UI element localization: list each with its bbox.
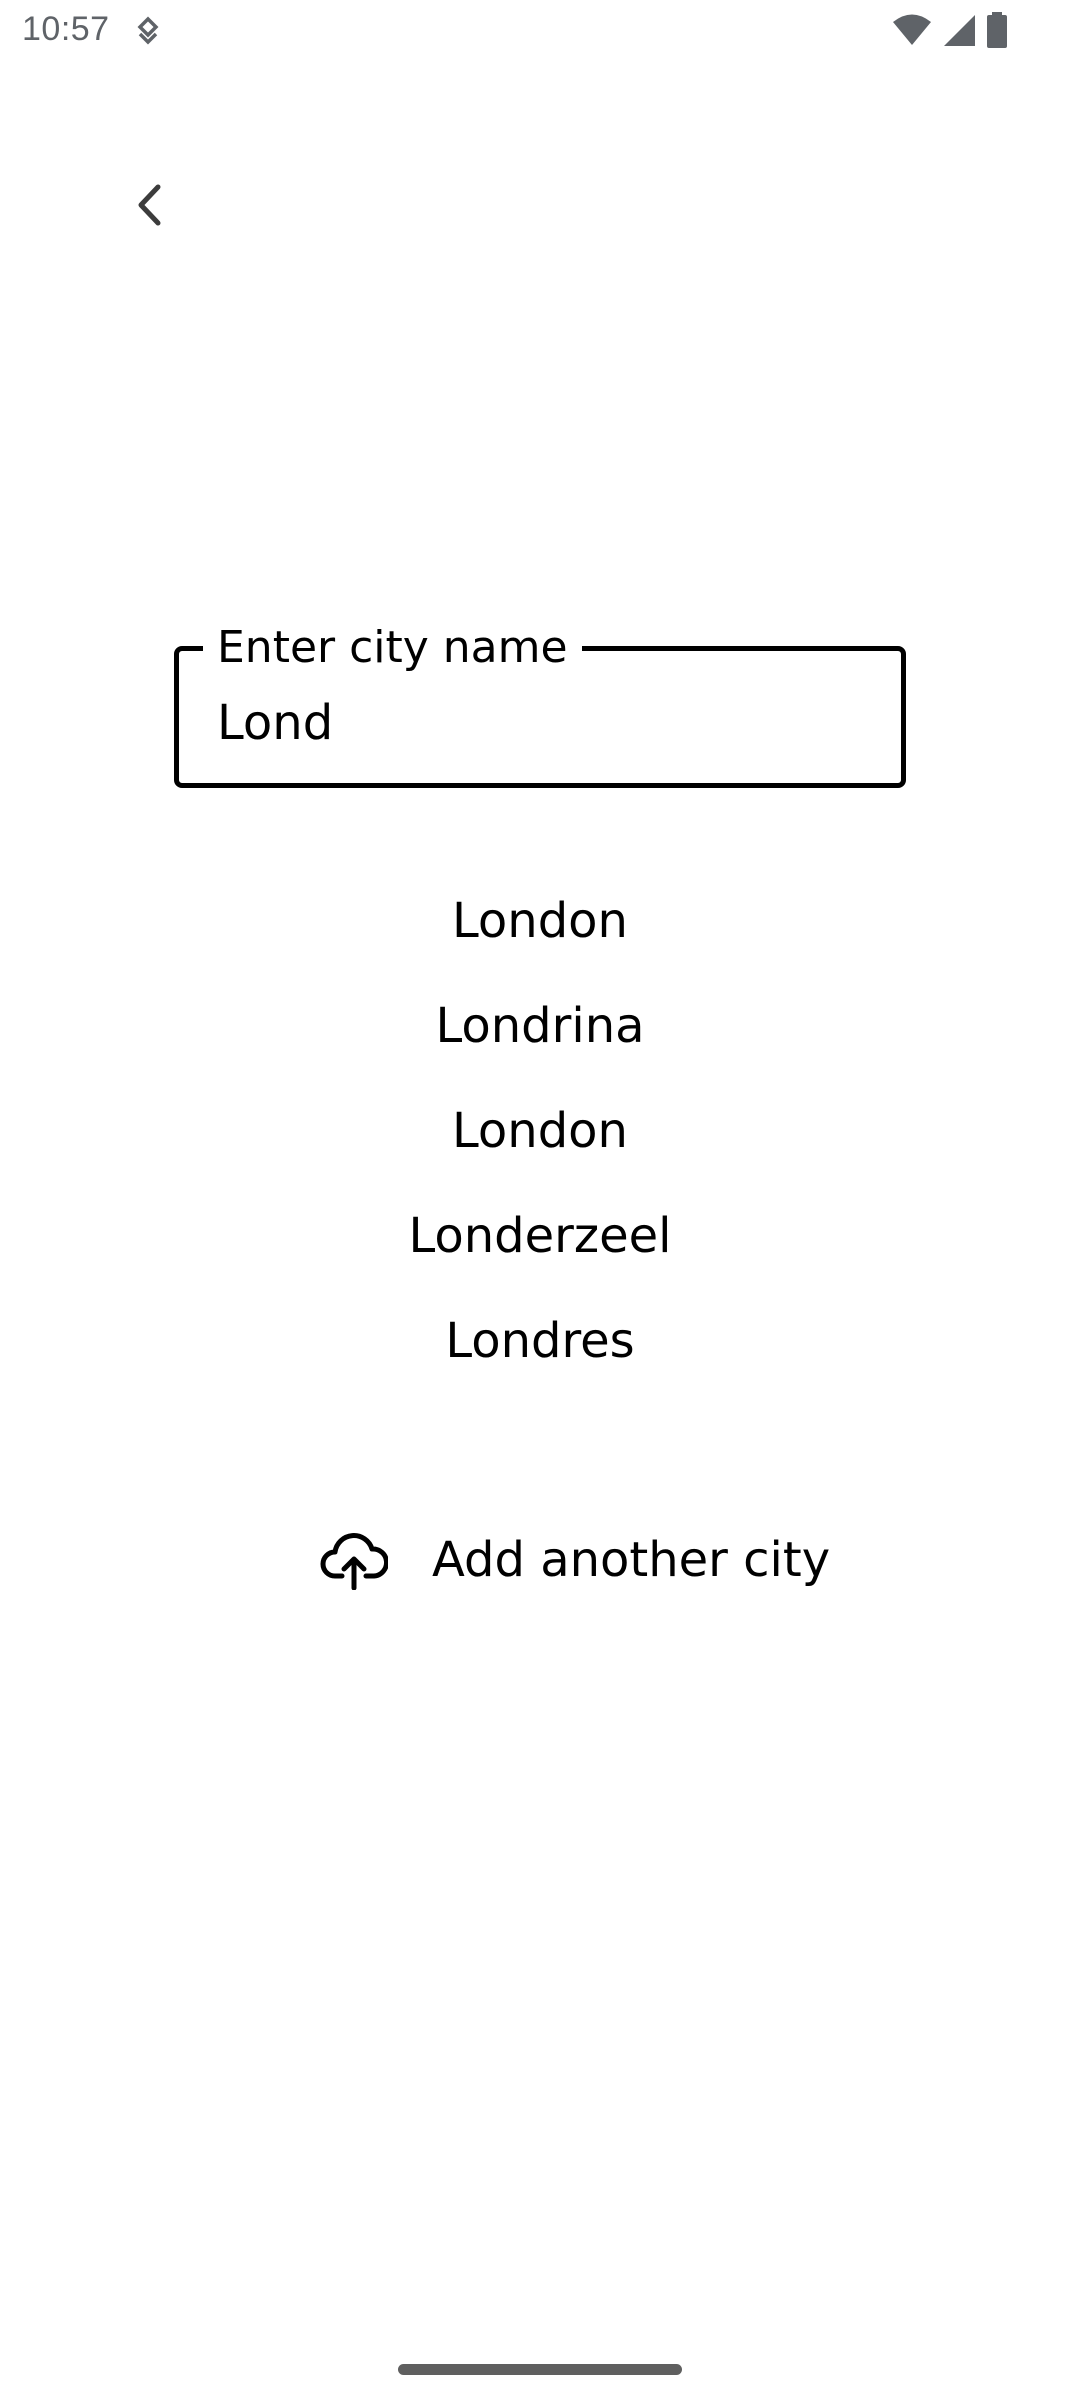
add-another-city-button[interactable]: Add another city (320, 1520, 830, 1600)
wifi-icon (892, 13, 932, 51)
add-another-city-label: Add another city (432, 1532, 831, 1588)
notification-icon (134, 16, 162, 48)
status-time: 10:57 (22, 10, 110, 48)
suggestion-item[interactable]: London (0, 1078, 1080, 1183)
suggestion-item[interactable]: Londerzeel (0, 1183, 1080, 1288)
chevron-left-icon (134, 183, 164, 231)
cloud-upload-icon (320, 1528, 392, 1592)
status-bar: 10:57 (0, 0, 1080, 64)
battery-icon (986, 12, 1008, 52)
back-button[interactable] (118, 176, 180, 238)
screen: 10:57 Enter city name Lond London Londri… (0, 0, 1080, 2400)
suggestion-list: London Londrina London Londerzeel Londre… (0, 868, 1080, 1393)
city-name-label: Enter city name (203, 618, 582, 678)
suggestion-item[interactable]: Londrina (0, 973, 1080, 1078)
city-name-input[interactable] (217, 693, 857, 753)
suggestion-item[interactable]: Londres (0, 1288, 1080, 1393)
gesture-navigation-bar[interactable] (398, 2364, 682, 2375)
city-name-field[interactable]: Enter city name (174, 618, 906, 788)
cell-signal-icon (942, 13, 976, 51)
suggestion-item[interactable]: London (0, 868, 1080, 973)
status-icons (892, 12, 1008, 52)
